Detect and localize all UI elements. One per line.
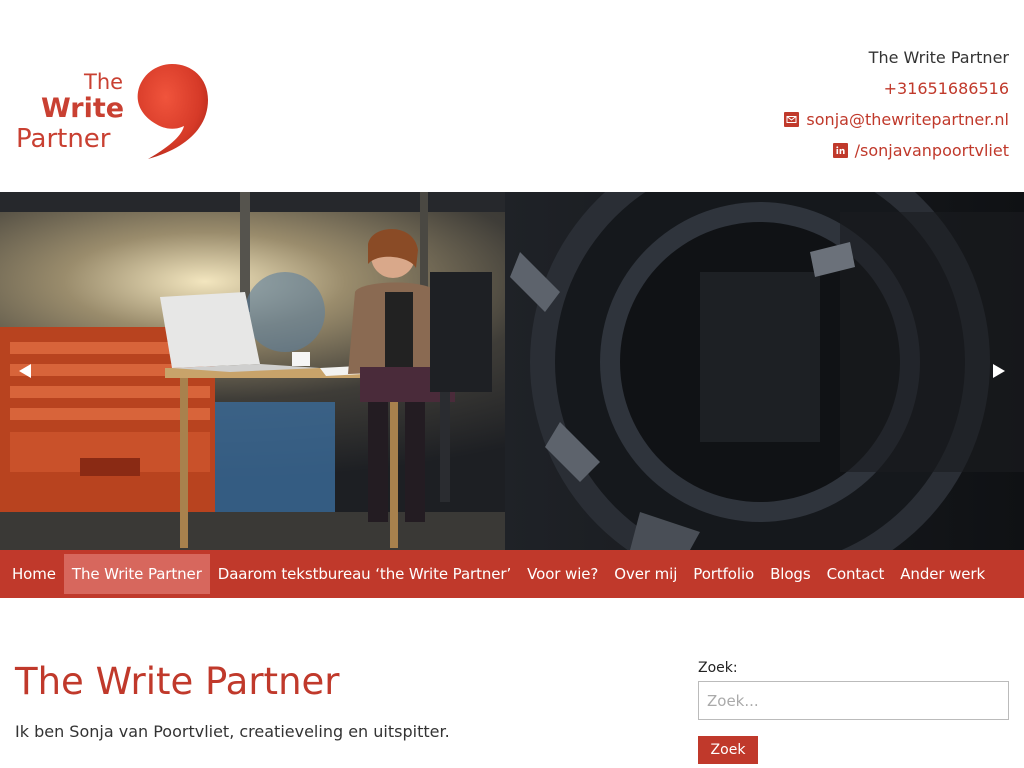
hero-image bbox=[0, 192, 1024, 550]
search-label: Zoek: bbox=[698, 660, 738, 676]
intro-text: Ik ben Sonja van Poortvliet, creatieveli… bbox=[15, 722, 450, 741]
email-link[interactable]: sonja@thewritepartner.nl bbox=[806, 108, 1009, 132]
nav-item-over-mij[interactable]: Over mij bbox=[606, 554, 685, 594]
logo-text-the: The bbox=[84, 70, 124, 94]
logo-text-partner: Partner bbox=[16, 124, 111, 154]
comma-logo-icon bbox=[137, 64, 208, 159]
hero-slider bbox=[0, 192, 1024, 550]
nav-item-ander-werk[interactable]: Ander werk bbox=[892, 554, 993, 594]
nav-item-home[interactable]: Home bbox=[4, 554, 64, 594]
page-title: The Write Partner bbox=[15, 660, 340, 703]
nav-item-contact[interactable]: Contact bbox=[819, 554, 893, 594]
search-button[interactable]: Zoek bbox=[698, 736, 758, 764]
site-logo[interactable]: The Write Partner bbox=[14, 38, 216, 188]
nav-item-daarom[interactable]: Daarom tekstbureau ‘the Write Partner’ bbox=[210, 554, 519, 594]
nav-item-the-write-partner[interactable]: The Write Partner bbox=[63, 554, 210, 594]
logo-text-write: Write bbox=[41, 93, 125, 124]
nav-item-blogs[interactable]: Blogs bbox=[762, 554, 818, 594]
site-header: The Write Partner The Write Partner +316… bbox=[0, 0, 1024, 192]
nav-item-portfolio[interactable]: Portfolio bbox=[685, 554, 762, 594]
triangle-left-icon bbox=[19, 364, 31, 378]
triangle-right-icon bbox=[993, 364, 1005, 378]
main-nav: Home The Write Partner Daarom tekstburea… bbox=[0, 550, 1024, 598]
linkedin-icon bbox=[832, 143, 848, 158]
nav-item-voor-wie[interactable]: Voor wie? bbox=[519, 554, 606, 594]
linkedin-link[interactable]: /sonjavanpoortvliet bbox=[855, 139, 1009, 163]
contact-block: The Write Partner +31651686516 sonja@the… bbox=[784, 42, 1009, 166]
envelope-icon bbox=[784, 112, 800, 127]
slider-next-button[interactable] bbox=[988, 360, 1010, 382]
search-input[interactable] bbox=[698, 681, 1009, 720]
contact-title: The Write Partner bbox=[868, 47, 1009, 67]
phone-link[interactable]: +31651686516 bbox=[884, 77, 1009, 101]
slider-prev-button[interactable] bbox=[14, 360, 36, 382]
